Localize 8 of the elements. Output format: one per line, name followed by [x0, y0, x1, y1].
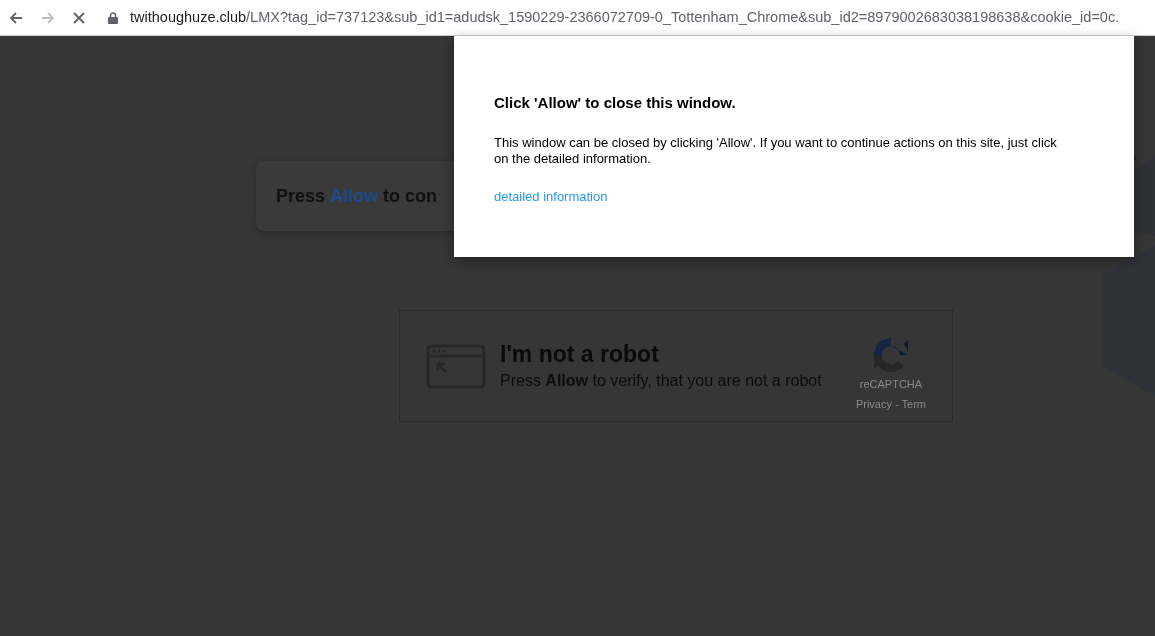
back-icon[interactable]	[8, 9, 24, 26]
detailed-information-link[interactable]: detailed information	[494, 186, 608, 206]
dialog-body: This window can be closed by clicking 'Allow'. If you want to continue actions on this site, just click on the detailed information.	[494, 134, 1058, 167]
lock-icon	[108, 11, 118, 24]
dialog-title: Click 'Allow' to close this window.	[494, 93, 737, 113]
privacy-terms-link[interactable]: Privacy - Term	[855, 395, 926, 412]
recaptcha-label: reCAPTCHA	[859, 377, 923, 392]
close-icon[interactable]	[72, 10, 86, 25]
